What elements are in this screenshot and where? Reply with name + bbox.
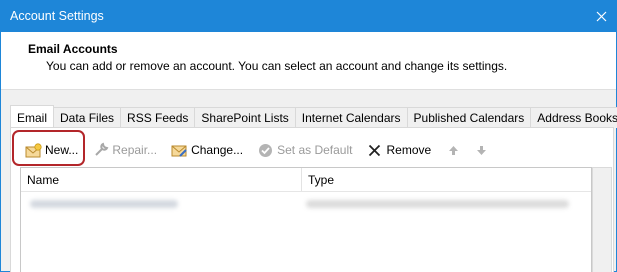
redacted-account-name (30, 200, 178, 208)
section-description: You can add or remove an account. You ca… (46, 59, 508, 73)
remove-button-label: Remove (386, 143, 432, 157)
tab-internet-calendars[interactable]: Internet Calendars (294, 107, 408, 128)
tab-sharepoint-lists[interactable]: SharePoint Lists (194, 107, 296, 128)
window-title: Account Settings (10, 9, 104, 23)
arrow-down-icon (473, 142, 490, 159)
change-button-label: Change... (191, 143, 244, 157)
column-header-name[interactable]: Name (21, 168, 302, 191)
repair-button[interactable]: Repair... (88, 138, 161, 162)
redacted-account-type (306, 200, 569, 208)
account-toolbar: New... Repair... Change... Set as Defaul… (21, 138, 503, 162)
arrow-up-icon (445, 142, 462, 159)
list-item[interactable] (21, 192, 591, 214)
list-scrollbar[interactable] (592, 167, 612, 272)
header-section: Email Accounts You can add or remove an … (1, 32, 616, 90)
tab-data-files[interactable]: Data Files (53, 107, 122, 128)
title-bar: Account Settings (1, 1, 616, 32)
x-icon (366, 142, 383, 159)
envelope-edit-icon (171, 142, 188, 159)
tab-address-books[interactable]: Address Books (530, 107, 617, 128)
column-header-type[interactable]: Type (302, 168, 591, 191)
remove-button[interactable]: Remove (362, 138, 435, 162)
new-button[interactable]: New... (21, 138, 82, 162)
list-header: Name Type (21, 168, 591, 192)
set-as-default-button[interactable]: Set as Default (253, 138, 356, 162)
envelope-new-icon (25, 142, 42, 159)
tab-email[interactable]: Email (10, 105, 55, 127)
accounts-list[interactable]: Name Type (20, 167, 592, 272)
change-button[interactable]: Change... (167, 138, 247, 162)
tab-rss-feeds[interactable]: RSS Feeds (120, 107, 196, 128)
new-button-label: New... (45, 143, 79, 157)
email-tab-panel: New... Repair... Change... Set as Defaul… (10, 127, 614, 272)
account-settings-window: Account Settings Email Accounts You can … (0, 0, 617, 272)
move-down-button[interactable] (469, 138, 497, 162)
tab-published-calendars[interactable]: Published Calendars (406, 107, 532, 128)
close-icon[interactable] (586, 1, 616, 32)
check-circle-icon (257, 142, 274, 159)
move-up-button[interactable] (441, 138, 469, 162)
repair-button-label: Repair... (112, 143, 158, 157)
set-as-default-label: Set as Default (277, 143, 353, 157)
section-title: Email Accounts (28, 42, 118, 56)
wrench-icon (92, 142, 109, 159)
tab-strip: Email Data Files RSS Feeds SharePoint Li… (10, 105, 617, 128)
